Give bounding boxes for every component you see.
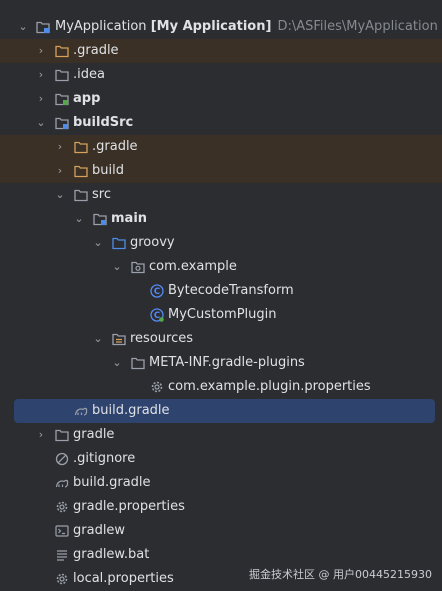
- tree-item-label: main: [111, 211, 148, 226]
- tree-item-com-example[interactable]: ⌄ com.example: [0, 255, 442, 279]
- tree-root-row[interactable]: ⌄ MyApplication [My Application] D:\ASFil…: [0, 15, 442, 39]
- folder-icon: [74, 165, 88, 178]
- chevron-down-icon[interactable]: ⌄: [111, 255, 123, 279]
- chevron-down-icon[interactable]: ⌄: [17, 15, 29, 39]
- module-folder-icon: [36, 21, 50, 34]
- tree-item-label: gradlew: [73, 523, 126, 538]
- tree-item-label: buildSrc: [73, 115, 134, 130]
- tree-item-gitignore[interactable]: .gitignore: [0, 447, 442, 471]
- folder-icon: [55, 45, 69, 58]
- gradle-icon: [55, 479, 69, 488]
- gear-icon: [56, 501, 68, 513]
- tree-item-src[interactable]: ⌄ src: [0, 183, 442, 207]
- chevron-right-icon[interactable]: ›: [35, 63, 47, 87]
- tree-item-label: .gradle: [92, 139, 138, 154]
- tree-item-gradlew-bat[interactable]: gradlew.bat: [0, 543, 442, 567]
- module-folder-icon: [55, 117, 69, 130]
- gradle-icon: [74, 407, 88, 416]
- tree-item-label: gradle.properties: [73, 499, 185, 514]
- folder-icon: [74, 189, 88, 202]
- module-folder-icon: [55, 93, 69, 106]
- tree-item-gradle-properties[interactable]: gradle.properties: [0, 495, 442, 519]
- tree-item-label: com.example.plugin.properties: [168, 379, 371, 394]
- tree-item-label: .gitignore: [73, 451, 136, 466]
- class-icon: C: [150, 284, 164, 298]
- chevron-down-icon[interactable]: ⌄: [111, 351, 123, 375]
- tree-item-label: build.gradle: [92, 403, 170, 418]
- tree-item-plugin-properties[interactable]: com.example.plugin.properties: [0, 375, 442, 399]
- svg-text:C: C: [154, 311, 160, 321]
- tree-item-label: MyCustomPlugin: [168, 307, 277, 322]
- tree-item-my-custom-plugin[interactable]: C MyCustomPlugin: [0, 303, 442, 327]
- tree-item-build-gradle[interactable]: build.gradle: [0, 471, 442, 495]
- chevron-down-icon[interactable]: ⌄: [92, 327, 104, 351]
- gear-icon: [151, 381, 163, 393]
- package-icon: [131, 261, 145, 274]
- tree-item-buildsrc-build-gradle[interactable]: build.gradle: [14, 399, 435, 423]
- chevron-right-icon[interactable]: ›: [54, 159, 66, 183]
- chevron-down-icon[interactable]: ⌄: [92, 231, 104, 255]
- source-folder-icon: [112, 237, 126, 250]
- tree-item-resources[interactable]: ⌄ resources: [0, 327, 442, 351]
- tree-item-buildsrc-gradle-dir[interactable]: › .gradle: [0, 135, 442, 159]
- tree-item-label: BytecodeTransform: [168, 283, 294, 298]
- tree-item-label: build.gradle: [73, 475, 151, 490]
- root-label: MyApplication [My Application] D:\ASFiles…: [55, 19, 438, 34]
- folder-icon: [74, 141, 88, 154]
- tree-item-label: .idea: [73, 67, 105, 82]
- gear-icon: [56, 573, 68, 585]
- tree-item-label: com.example: [149, 259, 237, 274]
- tree-item-label: resources: [130, 331, 194, 346]
- project-tree: ⌄ MyApplication [My Application] D:\ASFil…: [0, 15, 442, 591]
- tree-item-label: app: [73, 91, 101, 106]
- tree-item-idea[interactable]: › .idea: [0, 63, 442, 87]
- tree-item-buildsrc[interactable]: ⌄ buildSrc: [0, 111, 442, 135]
- tree-item-label: gradlew.bat: [73, 547, 150, 562]
- chevron-right-icon[interactable]: ›: [35, 423, 47, 447]
- folder-icon: [55, 69, 69, 82]
- resources-folder-icon: [112, 333, 126, 346]
- tree-item-label: META-INF.gradle-plugins: [149, 355, 305, 370]
- tree-item-label: build: [92, 163, 124, 178]
- chevron-down-icon[interactable]: ⌄: [54, 183, 66, 207]
- class-icon: C: [150, 308, 164, 322]
- ignore-icon: [55, 452, 69, 466]
- folder-icon: [131, 357, 145, 370]
- tree-item-main[interactable]: ⌄ main: [0, 207, 442, 231]
- tree-item-label: .gradle: [73, 43, 119, 58]
- tree-item-label: local.properties: [73, 571, 174, 586]
- chevron-right-icon[interactable]: ›: [35, 39, 47, 63]
- svg-text:C: C: [154, 287, 160, 297]
- tree-item-build-dir[interactable]: › build: [0, 159, 442, 183]
- tree-item-label: gradle: [73, 427, 115, 442]
- tree-item-label: groovy: [130, 235, 175, 250]
- tree-item-label: src: [92, 187, 111, 202]
- tree-item-gradle-folder[interactable]: › gradle: [0, 423, 442, 447]
- watermark: 掘金技术社区 @ 用户00445215930: [249, 568, 432, 581]
- chevron-right-icon[interactable]: ›: [54, 135, 66, 159]
- tree-item-gradlew[interactable]: gradlew: [0, 519, 442, 543]
- tree-item-meta-inf[interactable]: ⌄ META-INF.gradle-plugins: [0, 351, 442, 375]
- tree-item-groovy[interactable]: ⌄ groovy: [0, 231, 442, 255]
- module-folder-icon: [93, 213, 107, 226]
- tree-item-app[interactable]: › app: [0, 87, 442, 111]
- terminal-icon: [55, 525, 69, 537]
- tree-item-bytecode-transform[interactable]: C BytecodeTransform: [0, 279, 442, 303]
- tree-item-gradle-dir[interactable]: › .gradle: [0, 39, 442, 63]
- chevron-right-icon[interactable]: ›: [35, 87, 47, 111]
- folder-icon: [55, 429, 69, 442]
- chevron-down-icon[interactable]: ⌄: [73, 207, 85, 231]
- text-file-icon: [57, 550, 67, 561]
- chevron-down-icon[interactable]: ⌄: [35, 111, 47, 135]
